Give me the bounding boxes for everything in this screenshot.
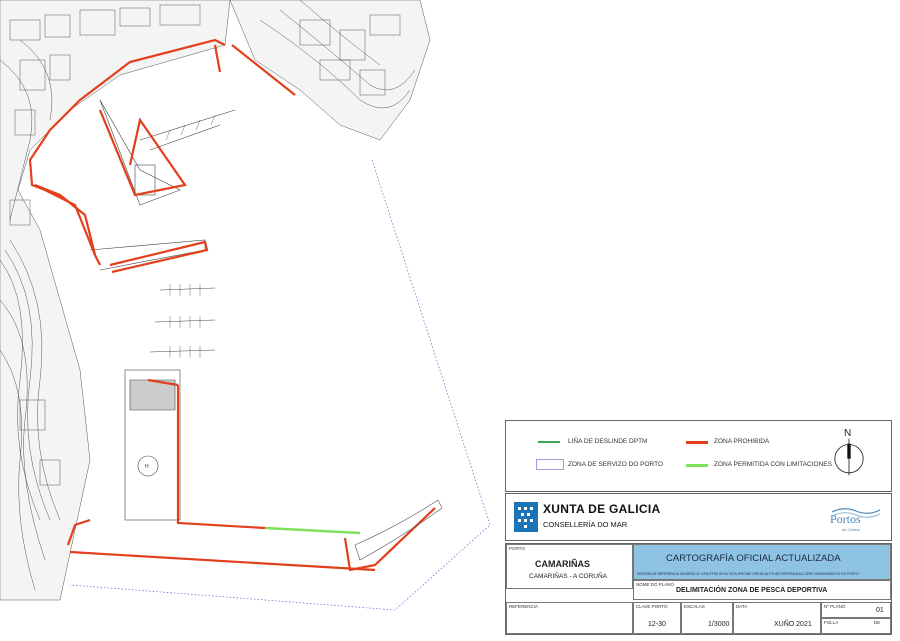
folla-label: FOLLA (824, 620, 839, 625)
nome-plano-label: NOME DO PLANO (636, 582, 675, 587)
de-label: DE (874, 620, 881, 625)
cartografia-title: CARTOGRAFÍA OFICIAL ACTUALIZADA (666, 553, 841, 564)
plano-value: 01 (876, 607, 884, 614)
legend-label-servizo: ZONA DE SERVIZO DO PORTO (568, 461, 663, 468)
permitted-zone (264, 526, 361, 535)
porto-cell: PORTO CAMARIÑAS CAMARIÑAS - A CORUÑA (506, 544, 633, 589)
title-block: PORTO CAMARIÑAS CAMARIÑAS - A CORUÑA CAR… (505, 543, 892, 635)
nome-plano-cell: NOME DO PLANO DELIMITACIÓN ZONA DE PESCA… (633, 580, 891, 600)
legend-swatch-prohibida (686, 441, 708, 444)
xunta-title: XUNTA DE GALICIA (543, 502, 661, 516)
plano-cell: Nº PLANO 01 (821, 602, 891, 618)
escala-cell: ESCALAS 1/3000 (681, 602, 733, 634)
cartografia-cell: CARTOGRAFÍA OFICIAL ACTUALIZADA SISTEMA … (633, 544, 891, 580)
north-arrow-icon: N (834, 428, 864, 476)
plano-label: Nº PLANO (824, 604, 846, 609)
data-label: DATA (736, 604, 748, 609)
escala-value: 1/3000 (708, 621, 730, 628)
legend-label-deslinde: LIÑA DE DESLINDE DPTM (568, 438, 648, 445)
data-cell: DATA XUÑO 2021 (733, 602, 821, 634)
folla-cell: FOLLA DE (821, 618, 891, 634)
referencia-label: REFERENCIA (509, 604, 539, 609)
svg-text:H: H (145, 464, 149, 470)
clave-value: 12-30 (648, 621, 666, 628)
xunta-logo (514, 502, 538, 532)
referencia-cell: REFERENCIA (506, 602, 633, 634)
clave-label: CLAVE PORTO (636, 604, 668, 609)
pontoons (139, 109, 236, 358)
consellaria-name: CONSELLERÍA DO MAR (543, 520, 628, 529)
reference-system: SISTEMA DE REFERENCIA XEODÉSICO: UTM-ETR… (637, 572, 859, 576)
legend-label-prohibida: ZONA PROHIBIDA (714, 438, 770, 445)
legend-swatch-servizo (536, 459, 564, 470)
portos-logo-sub: de Galicia (842, 527, 860, 532)
clave-cell: CLAVE PORTO 12-30 (633, 602, 681, 634)
piers: H (89, 99, 206, 521)
data-value: XUÑO 2021 (774, 621, 812, 628)
portos-logo-text: Portos (830, 512, 861, 526)
legend-label-permitida: ZONA PERMITIDA CON LIMITACIONES (714, 461, 832, 468)
compass-letter: N (844, 428, 851, 439)
porto-name: CAMARIÑAS (535, 559, 590, 569)
porto-location: CAMARIÑAS - A CORUÑA (529, 573, 608, 580)
legend-swatch-permitida (686, 464, 708, 467)
breakwater (354, 499, 443, 561)
legend-swatch-deslinde (538, 441, 560, 443)
map-legend: LIÑA DE DESLINDE DPTM ZONA PROHIBIDA ZON… (505, 420, 892, 492)
town-land-area (0, 0, 431, 601)
porto-label: PORTO (509, 546, 525, 551)
organization-header: XUNTA DE GALICIA CONSELLERÍA DO MAR Port… (505, 493, 892, 541)
escala-label: ESCALAS (684, 604, 705, 609)
nome-plano-value: DELIMITACIÓN ZONA DE PESCA DEPORTIVA (676, 587, 828, 594)
